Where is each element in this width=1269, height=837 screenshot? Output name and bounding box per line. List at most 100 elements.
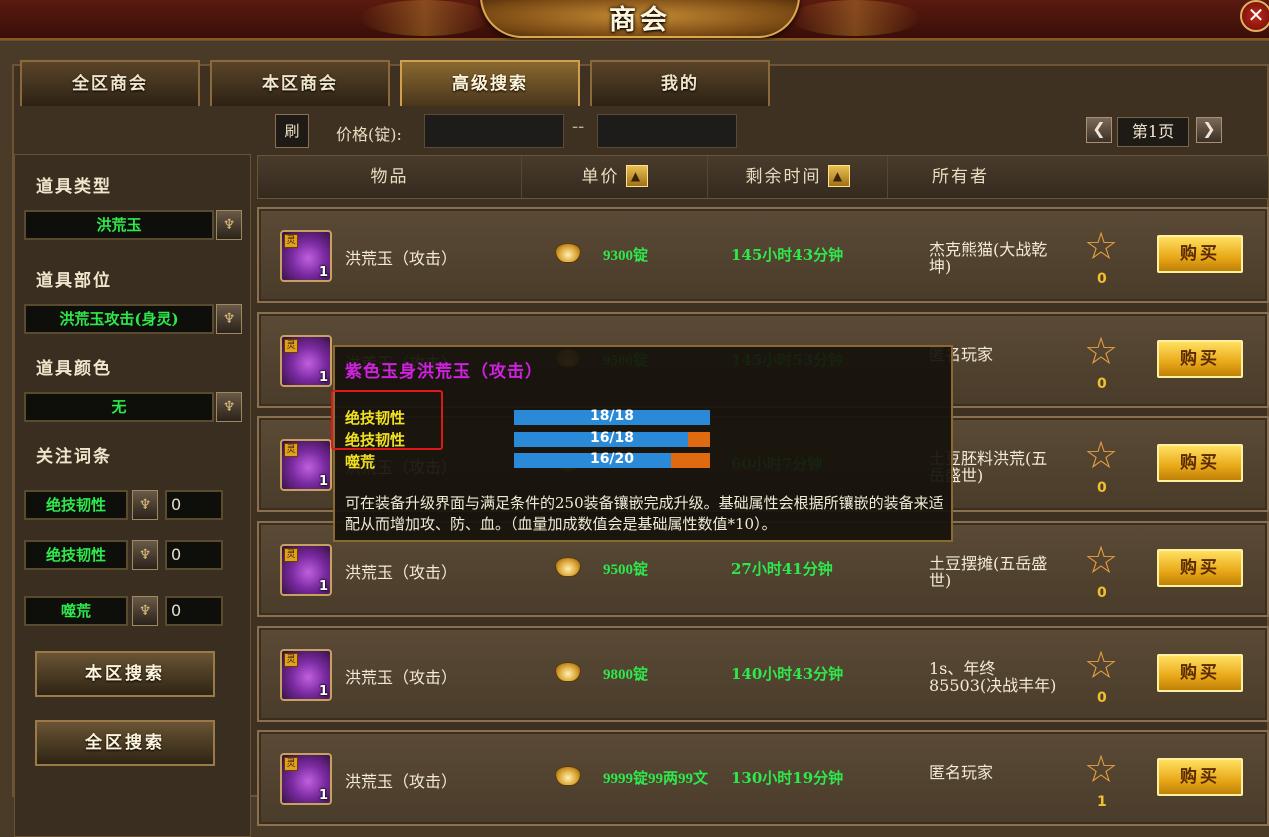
item-type-dropdown-icon[interactable]: ♆ [216, 210, 242, 240]
item-owner: 土豆摆摊(五岳盛世) [929, 554, 1048, 590]
tooltip-attr-2-bar: 16/18 [514, 430, 710, 447]
watch-attr-1[interactable]: 绝技韧性 [24, 490, 128, 520]
header-remain[interactable]: 剩余时间 ▲ [708, 156, 888, 198]
title-plate: 商会 [480, 0, 800, 38]
item-remaining-time: 130小时19分钟 [731, 769, 844, 787]
buy-button[interactable]: 购买 [1157, 654, 1243, 692]
item-price: 9800锭 [603, 667, 649, 683]
watch-attr-2-dropdown-icon[interactable]: ♆ [132, 540, 158, 570]
title-ornament-left [360, 0, 490, 36]
favorite-count: 0 [1097, 271, 1107, 287]
tab-all-region-market[interactable]: 全区商会 [20, 60, 200, 106]
sort-remain-icon[interactable]: ▲ [827, 164, 850, 187]
tooltip-attr-3-bar: 16/20 [514, 451, 710, 468]
item-icon[interactable]: 灵 1 [280, 335, 332, 387]
window-title: 商会 [609, 5, 671, 36]
item-name: 洪荒玉（攻击） [345, 772, 458, 791]
item-price: 9999锭99两99文 [603, 771, 709, 787]
header-price-label: 单价 [581, 167, 620, 187]
prev-page-button[interactable]: ❮ [1086, 117, 1112, 143]
watch-attr-1-value[interactable]: 0 [165, 490, 223, 520]
item-slot-dropdown[interactable]: 洪荒玉攻击(身灵) [24, 304, 214, 334]
watch-attr-2[interactable]: 绝技韧性 [24, 540, 128, 570]
favorite-count: 0 [1097, 690, 1107, 706]
tooltip-attr-1-bar: 18/18 [514, 408, 710, 425]
table-header: 物品 单价 ▲ 剩余时间 ▲ 所有者 [257, 155, 1269, 199]
item-type-label: 道具类型 [36, 177, 112, 197]
price-max-input[interactable] [597, 114, 737, 148]
buy-button[interactable]: 购买 [1157, 444, 1243, 482]
item-quantity: 1 [318, 788, 328, 803]
item-type-dropdown[interactable]: 洪荒玉 [24, 210, 214, 240]
tab-mine[interactable]: 我的 [590, 60, 770, 106]
global-search-button[interactable]: 全区搜索 [35, 720, 215, 766]
favorite-star-icon[interactable]: ☆ [1081, 332, 1121, 372]
header-owner: 所有者 [932, 167, 989, 187]
table-row[interactable]: 灵 1 洪荒玉（攻击） 9300锭 145小时43分钟 杰克熊猫(大战乾坤) ☆… [257, 207, 1269, 303]
watch-attr-3-value[interactable]: 0 [165, 596, 223, 626]
price-min-input[interactable] [424, 114, 564, 148]
next-page-button[interactable]: ❯ [1196, 117, 1222, 143]
favorite-star-icon[interactable]: ☆ [1081, 541, 1121, 581]
favorite-star-icon[interactable]: ☆ [1081, 227, 1121, 267]
header-item: 物品 [258, 156, 522, 198]
tab-advanced-search[interactable]: 高级搜索 [400, 60, 580, 106]
close-button[interactable]: ✕ [1240, 0, 1269, 32]
favorite-star-icon[interactable]: ☆ [1081, 750, 1121, 790]
buy-button[interactable]: 购买 [1157, 758, 1243, 796]
watch-attr-2-value[interactable]: 0 [165, 540, 223, 570]
item-quantity: 1 [318, 370, 328, 385]
title-bar: 商会 [0, 0, 1269, 40]
gold-ingot-icon [555, 662, 581, 682]
sort-price-icon[interactable]: ▲ [625, 164, 648, 187]
gold-ingot-icon [555, 243, 581, 263]
favorite-star-icon[interactable]: ☆ [1081, 436, 1121, 476]
item-owner: 匿名玩家 [929, 763, 994, 782]
local-search-button[interactable]: 本区搜索 [35, 651, 215, 697]
favorite-count: 1 [1097, 794, 1107, 810]
item-bound-badge-icon: 灵 [284, 653, 298, 667]
item-icon[interactable]: 灵 1 [280, 544, 332, 596]
item-slot-label: 道具部位 [36, 271, 112, 291]
refresh-button[interactable]: 刷 [275, 114, 309, 148]
item-quantity: 1 [318, 265, 328, 280]
price-label: 价格(锭): [336, 125, 402, 144]
item-icon[interactable]: 灵 1 [280, 230, 332, 282]
tooltip-attr-1-value: 18/18 [589, 408, 635, 424]
buy-button[interactable]: 购买 [1157, 235, 1243, 273]
gold-ingot-icon [555, 557, 581, 577]
page-indicator: 第1页 [1117, 117, 1189, 147]
table-row[interactable]: 灵 1 洪荒玉（攻击） 9800锭 140小时43分钟 1s、年终85503(决… [257, 626, 1269, 722]
title-ornament-right [790, 0, 920, 36]
item-quantity: 1 [318, 579, 328, 594]
tooltip-title: 紫色玉身洪荒玉（攻击） [345, 362, 543, 382]
buy-button[interactable]: 购买 [1157, 340, 1243, 378]
table-row[interactable]: 灵 1 洪荒玉（攻击） 9999锭99两99文 130小时19分钟 匿名玩家 ☆… [257, 730, 1269, 826]
item-icon[interactable]: 灵 1 [280, 753, 332, 805]
item-bound-badge-icon: 灵 [284, 443, 298, 457]
gold-ingot-icon [555, 766, 581, 786]
item-bound-badge-icon: 灵 [284, 339, 298, 353]
watch-attr-3-dropdown-icon[interactable]: ♆ [132, 596, 158, 626]
favorite-count: 0 [1097, 585, 1107, 601]
tab-local-market[interactable]: 本区商会 [210, 60, 390, 106]
item-slot-dropdown-icon[interactable]: ♆ [216, 304, 242, 334]
header-price[interactable]: 单价 ▲ [522, 156, 708, 198]
highlight-annotation-box [331, 390, 443, 450]
price-range-dash: -- [572, 116, 585, 137]
watch-attr-3[interactable]: 噬荒 [24, 596, 128, 626]
buy-button[interactable]: 购买 [1157, 549, 1243, 587]
favorite-star-icon[interactable]: ☆ [1081, 646, 1121, 686]
item-icon[interactable]: 灵 1 [280, 649, 332, 701]
item-owner: 1s、年终85503(决战丰年) [929, 659, 1057, 695]
item-remaining-time: 140小时43分钟 [731, 665, 844, 683]
item-price: 9300锭 [603, 248, 649, 264]
item-color-dropdown-icon[interactable]: ♆ [216, 392, 242, 422]
item-color-dropdown[interactable]: 无 [24, 392, 214, 422]
item-color-label: 道具颜色 [36, 359, 112, 379]
item-icon[interactable]: 灵 1 [280, 439, 332, 491]
watch-attr-1-dropdown-icon[interactable]: ♆ [132, 490, 158, 520]
item-price: 9500锭 [603, 562, 649, 578]
item-name: 洪荒玉（攻击） [345, 249, 458, 268]
favorite-count: 0 [1097, 480, 1107, 496]
